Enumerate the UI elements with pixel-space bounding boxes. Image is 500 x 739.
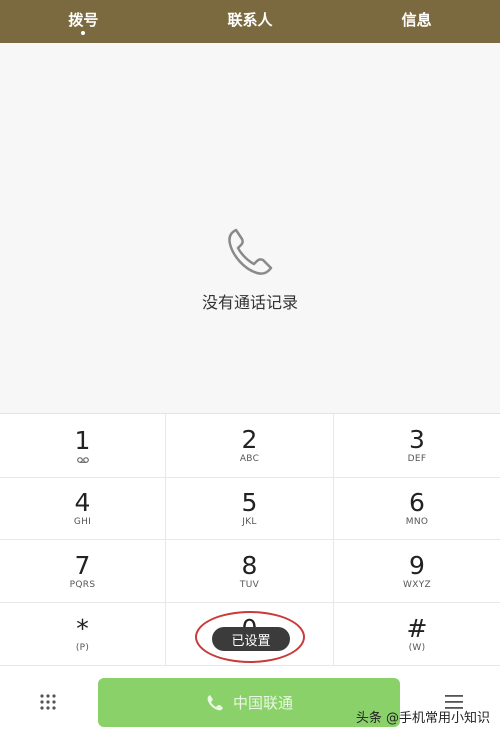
tab-contacts[interactable]: 联系人 [167,0,334,43]
key-digit: 9 [409,550,425,580]
key-digit: 7 [74,550,91,580]
active-tab-indicator [81,31,86,35]
key-digit: 3 [409,425,425,454]
annotation-circle [195,611,305,663]
top-tab-bar: 拨号 联系人 信息 [0,0,500,43]
tab-dial-label: 拨号 [68,11,99,29]
bottom-action-bar: 中国联通 [0,665,500,739]
key-2[interactable]: 2 ABC [166,414,334,478]
key-letters: TUV [239,579,260,590]
key-digit: 2 [241,425,258,454]
call-icon [207,694,223,710]
key-letters: WXYZ [403,579,431,590]
key-digit: # [406,613,428,643]
key-6[interactable]: 6 MNO [334,478,500,540]
key-8[interactable]: 8 TUV [166,540,334,603]
key-digit: 1 [74,425,91,455]
key-letters: (P) [75,642,90,653]
key-7[interactable]: 7 PQRS [0,540,166,603]
key-5[interactable]: 5 JKL [166,478,334,540]
key-4[interactable]: 4 GHI [0,478,166,540]
key-letters: MNO [405,517,429,527]
key-3[interactable]: 3 DEF [334,414,500,478]
key-letters: GHI [73,517,92,527]
key-1[interactable]: 1 [0,414,166,478]
carrier-label: 中国联通 [232,694,293,712]
phone-icon [228,228,273,275]
key-letters: JKL [242,517,257,527]
dialpad-toggle-icon[interactable] [39,693,57,711]
watermark: 头条 @手机常用小知识 [355,711,490,726]
key-digit: * [76,613,89,643]
key-hash[interactable]: # (W) [334,603,500,666]
key-digit: 4 [74,488,91,517]
key-digit: 8 [241,550,258,580]
empty-call-log-text: 没有通话记录 [201,293,298,312]
tab-messages-label: 信息 [401,11,432,29]
key-star[interactable]: * (P) [0,603,166,666]
key-digit: 5 [241,488,258,517]
key-9[interactable]: 9 WXYZ [334,540,500,603]
key-letters: ABC [239,454,260,464]
key-letters: DEF [407,454,427,464]
key-digit: 6 [409,488,425,517]
tab-messages[interactable]: 信息 [333,0,500,43]
call-button[interactable]: 中国联通 [98,678,400,727]
key-letters: (W) [408,642,426,653]
tab-dial[interactable]: 拨号 [0,0,167,43]
tab-contacts-label: 联系人 [227,11,273,29]
voicemail-icon [76,456,89,463]
key-letters: PQRS [69,579,96,590]
